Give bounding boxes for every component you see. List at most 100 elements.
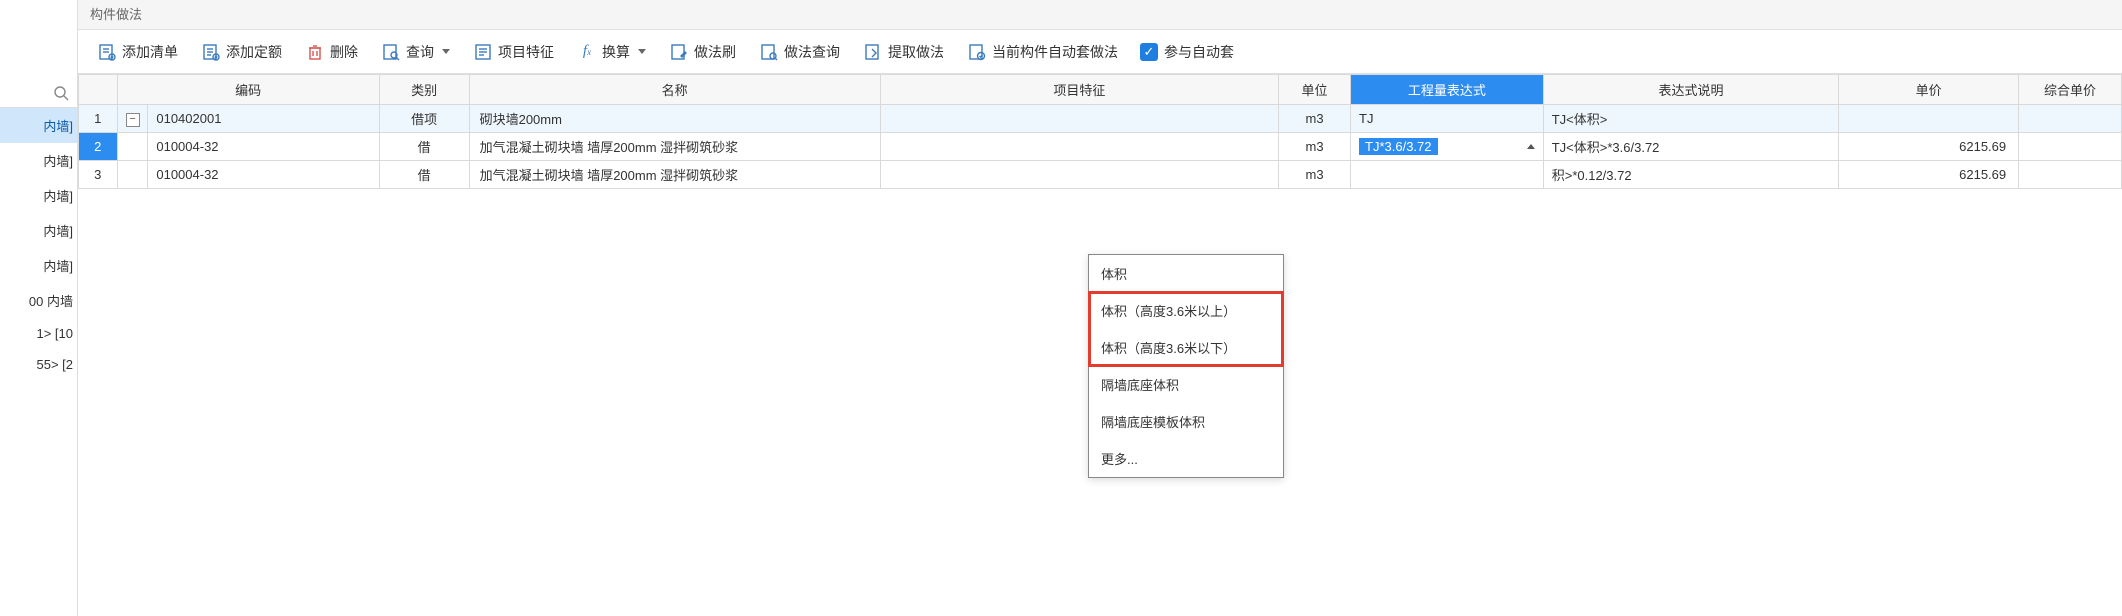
composite-price-cell[interactable] [2019,133,2122,161]
price-cell[interactable]: 6215.69 [1839,161,2019,189]
feature-cell[interactable] [880,105,1278,133]
collapse-toggle-icon[interactable]: − [126,113,140,127]
tree-panel: 内墙] 内墙] 内墙] 内墙] 内墙] 00 内墙 1> [10 55> [2 [0,0,78,616]
unit-cell[interactable]: m3 [1279,105,1351,133]
search-icon[interactable] [53,85,69,101]
brush-icon [670,43,688,61]
desc-cell[interactable]: TJ<体积> [1543,105,1839,133]
toolbar-label: 做法查询 [784,42,840,62]
code-cell[interactable]: 010004-32 [148,161,379,189]
feature-cell[interactable] [880,161,1278,189]
tree-item[interactable]: 内墙] [0,213,77,248]
list-add-icon [98,43,116,61]
code-cell[interactable]: 010004-32 [148,133,379,161]
row-number[interactable]: 2 [79,133,118,161]
composite-price-cell[interactable] [2019,161,2122,189]
toolbar-label: 查询 [406,42,434,62]
feature-cell[interactable] [880,133,1278,161]
tree-item[interactable]: 内墙] [0,248,77,283]
dropdown-highlight-group: 体积（高度3.6米以上）体积（高度3.6米以下） [1089,292,1283,366]
tree-item[interactable]: 00 内墙 [0,283,77,318]
tree-item[interactable]: 内墙] [0,143,77,178]
panel-title: 构件做法 [78,0,2122,30]
category-cell[interactable]: 借 [379,161,469,189]
desc-cell[interactable]: TJ<体积>*3.6/3.72 [1543,133,1839,161]
expression-input[interactable]: TJ*3.6/3.72 [1359,138,1438,155]
methods-table-wrap: 编码 类别 名称 项目特征 单位 工程量表达式 表达式说明 单价 综合单价 1−… [78,74,2122,616]
col-cat-header[interactable]: 类别 [379,75,469,105]
quota-add-icon [202,43,220,61]
tree-cell: − [117,105,148,133]
extract-method-button[interactable]: 提取做法 [856,38,952,66]
desc-cell[interactable]: 积>*0.12/3.72 [1543,161,1839,189]
method-brush-button[interactable]: 做法刷 [662,38,744,66]
toolbar-label: 参与自动套 [1164,42,1234,62]
toolbar-label: 删除 [330,42,358,62]
auto-checkbox[interactable]: ✓ 参与自动套 [1134,38,1240,66]
chevron-down-icon [638,49,646,54]
tree-item[interactable]: 55> [2 [0,349,77,380]
item-feature-button[interactable]: 项目特征 [466,38,562,66]
feature-icon [474,43,492,61]
tree-cell [117,161,148,189]
col-name-header[interactable]: 名称 [469,75,880,105]
method-query-icon [760,43,778,61]
name-cell[interactable]: 砌块墙200mm [469,105,880,133]
unit-cell[interactable]: m3 [1279,133,1351,161]
expression-cell[interactable]: TJ*3.6/3.72 [1351,133,1544,161]
col-desc-header[interactable]: 表达式说明 [1543,75,1839,105]
dropdown-item[interactable]: 更多... [1089,440,1283,477]
toolbar-label: 提取做法 [888,42,944,62]
methods-table: 编码 类别 名称 项目特征 单位 工程量表达式 表达式说明 单价 综合单价 1−… [78,74,2122,189]
composite-price-cell[interactable] [2019,105,2122,133]
col-code-header[interactable]: 编码 [117,75,379,105]
category-cell[interactable]: 借项 [379,105,469,133]
toolbar-label: 添加清单 [122,42,178,62]
expression-cell[interactable]: TJ [1351,105,1544,133]
price-cell[interactable] [1839,105,2019,133]
add-list-button[interactable]: 添加清单 [90,38,186,66]
price-cell[interactable]: 6215.69 [1839,133,2019,161]
add-quota-button[interactable]: 添加定额 [194,38,290,66]
row-number[interactable]: 3 [79,161,118,189]
col-feat-header[interactable]: 项目特征 [880,75,1278,105]
col-expr-header[interactable]: 工程量表达式 [1351,75,1544,105]
unit-cell[interactable]: m3 [1279,161,1351,189]
tree-item[interactable]: 1> [10 [0,318,77,349]
table-header-row: 编码 类别 名称 项目特征 单位 工程量表达式 表达式说明 单价 综合单价 [79,75,2122,105]
delete-button[interactable]: 删除 [298,38,366,66]
tree-item[interactable]: 内墙] [0,108,77,143]
dropdown-item[interactable]: 体积（高度3.6米以下） [1089,329,1283,366]
expression-dropdown[interactable]: 体积体积（高度3.6米以上）体积（高度3.6米以下）隔墙底座体积隔墙底座模板体积… [1088,254,1284,478]
method-query-button[interactable]: 做法查询 [752,38,848,66]
row-number[interactable]: 1 [79,105,118,133]
checkbox-checked-icon: ✓ [1140,43,1158,61]
expression-cell[interactable] [1351,161,1544,189]
tree-items: 内墙] 内墙] 内墙] 内墙] 内墙] 00 内墙 1> [10 55> [2 [0,108,77,616]
query-button[interactable]: 查询 [374,38,458,66]
tree-cell [117,133,148,161]
col-comp-header[interactable]: 综合单价 [2019,75,2122,105]
chevron-up-icon[interactable] [1527,144,1535,149]
table-row[interactable]: 3 010004-32借加气混凝土砌块墙 墙厚200mm 湿拌砌筑砂浆 m3 积>*0… [79,161,2122,189]
dropdown-item[interactable]: 隔墙底座体积 [1089,366,1283,403]
table-row[interactable]: 1−010402001借项砌块墙200mm m3TJTJ<体积> [79,105,2122,133]
col-rownum-header[interactable] [79,75,118,105]
fx-icon: fx [578,43,596,61]
auto-set-button[interactable]: 当前构件自动套做法 [960,38,1126,66]
dropdown-item[interactable]: 体积 [1089,255,1283,292]
dropdown-item[interactable]: 体积（高度3.6米以上） [1089,292,1283,329]
col-unit-header[interactable]: 单位 [1279,75,1351,105]
toolbar-label: 项目特征 [498,42,554,62]
name-cell[interactable]: 加气混凝土砌块墙 墙厚200mm 湿拌砌筑砂浆 [469,133,880,161]
col-price-header[interactable]: 单价 [1839,75,2019,105]
name-cell[interactable]: 加气混凝土砌块墙 墙厚200mm 湿拌砌筑砂浆 [469,161,880,189]
tree-item[interactable]: 内墙] [0,178,77,213]
dropdown-item[interactable]: 隔墙底座模板体积 [1089,403,1283,440]
convert-button[interactable]: fx 换算 [570,38,654,66]
trash-icon [306,43,324,61]
toolbar-label: 换算 [602,42,630,62]
category-cell[interactable]: 借 [379,133,469,161]
code-cell[interactable]: 010402001 [148,105,379,133]
table-row[interactable]: 2 010004-32借加气混凝土砌块墙 墙厚200mm 湿拌砌筑砂浆 m3 TJ*3… [79,133,2122,161]
